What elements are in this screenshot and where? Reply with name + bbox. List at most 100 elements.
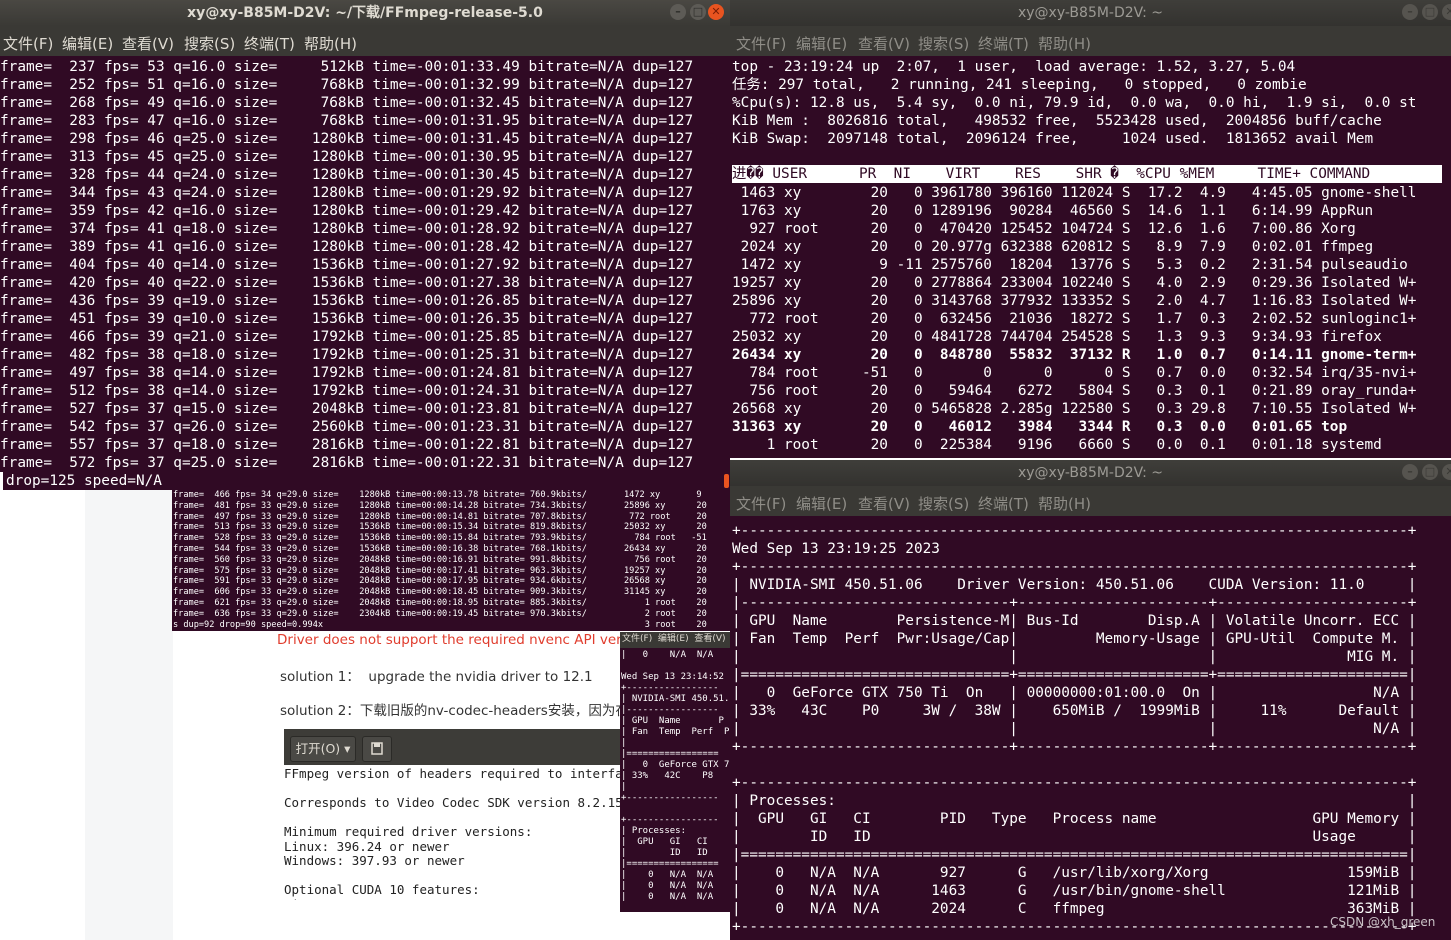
- ffmpeg-output-line: frame= 268 fps= 49 q=16.0 size= 768kB ti…: [0, 95, 694, 111]
- bg-side-line: 31145 xy 20: [624, 587, 707, 598]
- smi-output-line: +-------------------------------+-------…: [732, 739, 1417, 755]
- menu-help[interactable]: 帮助(H): [1038, 493, 1091, 514]
- save-icon[interactable]: [362, 736, 392, 762]
- smi-window-title: xy@xy-B85M-D2V: ~: [1017, 465, 1164, 481]
- mini-smi-line: |: [621, 738, 627, 748]
- terminal-cursor: [0, 472, 3, 490]
- smi-menubar: 文件(F) 编辑(E) 查看(V) 搜索(S) 终端(T) 帮助(H): [730, 486, 1451, 516]
- bg-output-line: frame= 528 fps= 33 q=29.0 size= 1536kB t…: [173, 533, 587, 544]
- menu-file[interactable]: 文件(F): [736, 33, 786, 54]
- menu-edit[interactable]: 编辑(E): [796, 33, 847, 54]
- smi-output-line: +---------------------------------------…: [732, 919, 1417, 935]
- bg-side-line: 772 root 20: [624, 511, 707, 522]
- bg-side-line: 1 root 20: [624, 598, 707, 608]
- menu-terminal[interactable]: 终端(T): [244, 33, 295, 54]
- smi-output-line: | 0 N/A N/A 2024 C ffmpeg 363MiB |: [732, 901, 1417, 917]
- bg-output-line: frame= 560 fps= 33 q=29.0 size= 2048kB t…: [173, 554, 587, 565]
- smi-output-line: |===============================+=======…: [732, 667, 1417, 683]
- ffmpeg-output-line: frame= 572 fps= 37 q=25.0 size= 2816kB t…: [0, 455, 694, 471]
- bg-output-line: frame= 575 fps= 33 q=29.0 size= 2048kB t…: [173, 565, 587, 576]
- nvidia-smi-terminal: xy@xy-B85M-D2V: ~ – □ ✕ 文件(F) 编辑(E) 查看(V…: [730, 460, 1451, 940]
- menu-terminal[interactable]: 终端(T): [978, 493, 1029, 514]
- bg-output-line: frame= 591 fps= 33 q=29.0 size= 2048kB t…: [173, 576, 587, 587]
- top-menubar: 文件(F) 编辑(E) 查看(V) 搜索(S) 终端(T) 帮助(H): [730, 26, 1451, 56]
- mini-smi-line: | 0 N/A N/A: [621, 892, 714, 902]
- bg-side-line: 19257 xy 20: [624, 565, 707, 576]
- top-summary-line: %Cpu(s): 12.8 us, 5.4 sy, 0.0 ni, 79.9 i…: [732, 95, 1417, 111]
- bg-output-last-line: s dup=92 drop=90 speed=0.994x: [173, 620, 324, 630]
- bg-output-line: frame= 544 fps= 33 q=29.0 size= 1536kB t…: [173, 544, 587, 554]
- top-titlebar: xy@xy-B85M-D2V: ~ – □ ✕: [730, 0, 1451, 26]
- minimize-icon[interactable]: –: [1402, 4, 1418, 20]
- minimize-icon[interactable]: –: [1402, 464, 1418, 480]
- bg-side-line: 25032 xy 20: [624, 522, 707, 533]
- mini-smi-line: | GPU Name P: [621, 716, 724, 726]
- menu-view[interactable]: 查看(V): [122, 33, 174, 54]
- ffmpeg-output-line: frame= 389 fps= 41 q=16.0 size= 1280kB t…: [0, 239, 694, 255]
- bg-output-line: frame= 636 fps= 33 q=29.0 size= 2304kB t…: [173, 608, 587, 619]
- open-button[interactable]: 打开(O) ▾: [290, 736, 356, 762]
- maximize-icon[interactable]: □: [690, 4, 706, 20]
- menu-edit[interactable]: 编辑(E): [796, 493, 847, 514]
- mini-smi-line: | 0 N/A N/A: [621, 650, 714, 660]
- process-row: 1463 xy 20 0 3961780 396160 112024 S 17.…: [732, 185, 1417, 201]
- menu-terminal[interactable]: 终端(T): [978, 33, 1029, 54]
- top-summary-line: KiB Mem : 8026816 total, 498532 free, 55…: [732, 113, 1382, 129]
- code-line: Linux: 396.24 or newer: [284, 838, 450, 854]
- mini-smi-line: | Processes:: [621, 826, 687, 836]
- mini-smi-line: | 0 N/A N/A: [621, 870, 714, 880]
- bg-output-line: frame= 621 fps= 33 q=29.0 size= 2048kB t…: [173, 598, 587, 608]
- error-text: Driver does not support the required nve…: [277, 632, 675, 648]
- ffmpeg-output-line: frame= 252 fps= 51 q=16.0 size= 768kB ti…: [0, 77, 694, 93]
- maximize-icon[interactable]: □: [1422, 4, 1438, 20]
- mini-smi-line: | Fan Temp Perf P: [621, 727, 730, 737]
- menu-file[interactable]: 文件(F): [3, 33, 53, 54]
- menu-help[interactable]: 帮助(H): [1038, 33, 1091, 54]
- mini-smi-line: Wed Sep 13 23:14:52: [621, 672, 724, 682]
- top-summary-line: 任务: 297 total, 2 running, 241 sleeping, …: [732, 77, 1307, 93]
- process-row: 756 root 20 0 59464 6272 5804 S 0.3 0.1 …: [732, 383, 1417, 399]
- smi-output-line: +---------------------------------------…: [732, 775, 1417, 791]
- code-line: FFmpeg version of headers required to in…: [284, 766, 620, 781]
- close-icon[interactable]: ✕: [708, 4, 724, 20]
- ffmpeg-output-line: frame= 344 fps= 43 q=24.0 size= 1280kB t…: [0, 185, 694, 201]
- menu-view[interactable]: 查看(V): [858, 33, 910, 54]
- menu-search[interactable]: 搜索(S): [184, 33, 235, 54]
- code-line: Corresponds to Video Codec SDK version 8…: [284, 795, 620, 810]
- menu-view[interactable]: 查看(V): [858, 493, 910, 514]
- mini-smi-line: |=================: [621, 859, 719, 869]
- ffmpeg-menubar: 文件(F) 编辑(E) 查看(V) 搜索(S) 终端(T) 帮助(H): [0, 26, 730, 56]
- mini-smi-line: +-----------------: [621, 815, 719, 825]
- process-row: 2024 xy 20 0 20.977g 632388 620812 S 8.9…: [732, 239, 1374, 255]
- process-row: 25032 xy 20 0 4841728 744704 254528 S 1.…: [732, 329, 1382, 345]
- ffmpeg-output-line: frame= 542 fps= 37 q=26.0 size= 2560kB t…: [0, 419, 694, 435]
- close-icon[interactable]: ✕: [1442, 4, 1451, 20]
- code-line: Minimum required driver versions:: [284, 824, 533, 839]
- bg-side-line: 25896 xy 20: [624, 500, 707, 511]
- scrollbar-thumb[interactable]: [724, 474, 729, 488]
- ffmpeg-output-line: frame= 451 fps= 39 q=10.0 size= 1536kB t…: [0, 311, 694, 327]
- maximize-icon[interactable]: □: [1422, 464, 1438, 480]
- bg-output-line: frame= 466 fps= 34 q=29.0 size= 1280kB t…: [173, 490, 587, 500]
- ffmpeg-terminal: xy@xy-B85M-D2V: ~/下载/FFmpeg-release-5.0 …: [0, 0, 730, 490]
- mini-smi-line: |=================: [621, 749, 719, 759]
- mini-smi-line: +-----------------: [621, 793, 719, 803]
- ffmpeg-output-line: frame= 497 fps= 38 q=14.0 size= 1792kB t…: [0, 365, 694, 381]
- ffmpeg-titlebar: xy@xy-B85M-D2V: ~/下载/FFmpeg-release-5.0 …: [0, 0, 730, 26]
- smi-output-line: | 33% 43C P0 3W / 38W | 650MiB / 1999MiB…: [732, 703, 1417, 719]
- ffmpeg-output-line: frame= 313 fps= 45 q=25.0 size= 1280kB t…: [0, 149, 694, 165]
- bg-side-line: 26568 xy 20: [624, 576, 707, 587]
- close-icon[interactable]: ✕: [1442, 464, 1451, 480]
- bg-output-line: frame= 606 fps= 33 q=29.0 size= 2048kB t…: [173, 587, 587, 598]
- menu-edit[interactable]: 编辑(E): [62, 33, 113, 54]
- smi-output-line: | 0 GeForce GTX 750 Ti On | 00000000:01:…: [732, 685, 1417, 701]
- process-row: 26568 xy 20 0 5465828 2.285g 122580 S 0.…: [732, 401, 1417, 417]
- process-row: 1472 xy 9 -11 2575760 18204 13776 S 5.3 …: [732, 257, 1408, 273]
- menu-file[interactable]: 文件(F): [736, 493, 786, 514]
- menu-search[interactable]: 搜索(S): [918, 33, 969, 54]
- ffmpeg-output-line: frame= 466 fps= 39 q=21.0 size= 1792kB t…: [0, 329, 694, 345]
- minimize-icon[interactable]: –: [670, 4, 686, 20]
- smi-output-line: | Processes: |: [732, 793, 1417, 809]
- menu-search[interactable]: 搜索(S): [918, 493, 969, 514]
- menu-help[interactable]: 帮助(H): [304, 33, 357, 54]
